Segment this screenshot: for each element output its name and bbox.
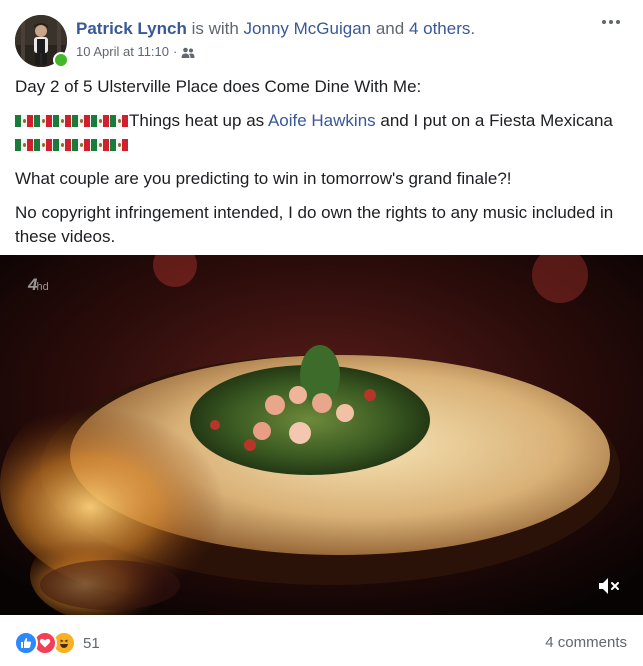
volume-muted-icon[interactable]: [597, 575, 621, 597]
video-player[interactable]: 4hd: [0, 255, 643, 615]
others-link[interactable]: 4 others: [409, 19, 470, 38]
video-frame: [0, 255, 643, 615]
more-dot: [616, 20, 620, 24]
more-dot: [602, 20, 606, 24]
friends-icon[interactable]: [181, 46, 195, 58]
mexico-flag-icon: [34, 139, 52, 151]
mexico-flag-icon: [53, 139, 71, 151]
mention-link[interactable]: Aoife Hawkins: [268, 111, 376, 130]
post-footer: 51 4 comments: [0, 615, 643, 666]
like-reaction-icon: [14, 631, 38, 655]
online-status-dot: [53, 52, 69, 68]
and-text: and: [371, 19, 409, 38]
mexico-flag-icon: [72, 115, 90, 127]
period-text: .: [470, 19, 476, 38]
post-line-3: What couple are you predicting to win in…: [15, 169, 512, 188]
more-options-icon[interactable]: [597, 12, 625, 32]
channel-watermark: 4hd: [28, 275, 49, 295]
line2-text-after: and I put on a Fiesta Mexicana: [375, 111, 613, 130]
mexico-flag-icon: [91, 115, 109, 127]
mexico-flag-icon: [110, 115, 128, 127]
mexico-flag-icon: [110, 139, 128, 151]
mexico-flag-icon: [72, 139, 90, 151]
author-name[interactable]: Patrick Lynch: [76, 19, 187, 38]
post-meta: 10 April at 11:10 ·: [76, 43, 195, 61]
post-timestamp[interactable]: 10 April at 11:10: [76, 43, 169, 61]
line2-text-before: Things heat up as: [129, 111, 268, 130]
mexico-flag-icon: [15, 115, 33, 127]
comments-link[interactable]: 4 comments: [545, 634, 627, 651]
meta-separator: ·: [173, 44, 178, 59]
post-line-4: No copyright infringement intended, I do…: [15, 203, 614, 246]
tagged-person-link[interactable]: Jonny McGuigan: [244, 19, 372, 38]
mexico-flag-icon: [15, 139, 33, 151]
post-line-2: Things heat up as Aoife Hawkins and I pu…: [15, 109, 630, 157]
watermark-suffix: hd: [36, 281, 49, 293]
reaction-count: 51: [83, 634, 100, 652]
with-text: is with: [186, 19, 244, 38]
mexico-flag-icon: [34, 115, 52, 127]
post-header: Patrick Lynch is with Jonny McGuigan and…: [76, 18, 475, 40]
mexico-flag-icon: [53, 115, 71, 127]
reactions-summary[interactable]: 51: [14, 631, 100, 655]
more-dot: [609, 20, 613, 24]
post-card: Patrick Lynch is with Jonny McGuigan and…: [0, 0, 643, 666]
post-line-1: Day 2 of 5 Ulsterville Place does Come D…: [15, 77, 422, 96]
post-body: Day 2 of 5 Ulsterville Place does Come D…: [15, 75, 630, 259]
mexico-flag-icon: [91, 139, 109, 151]
